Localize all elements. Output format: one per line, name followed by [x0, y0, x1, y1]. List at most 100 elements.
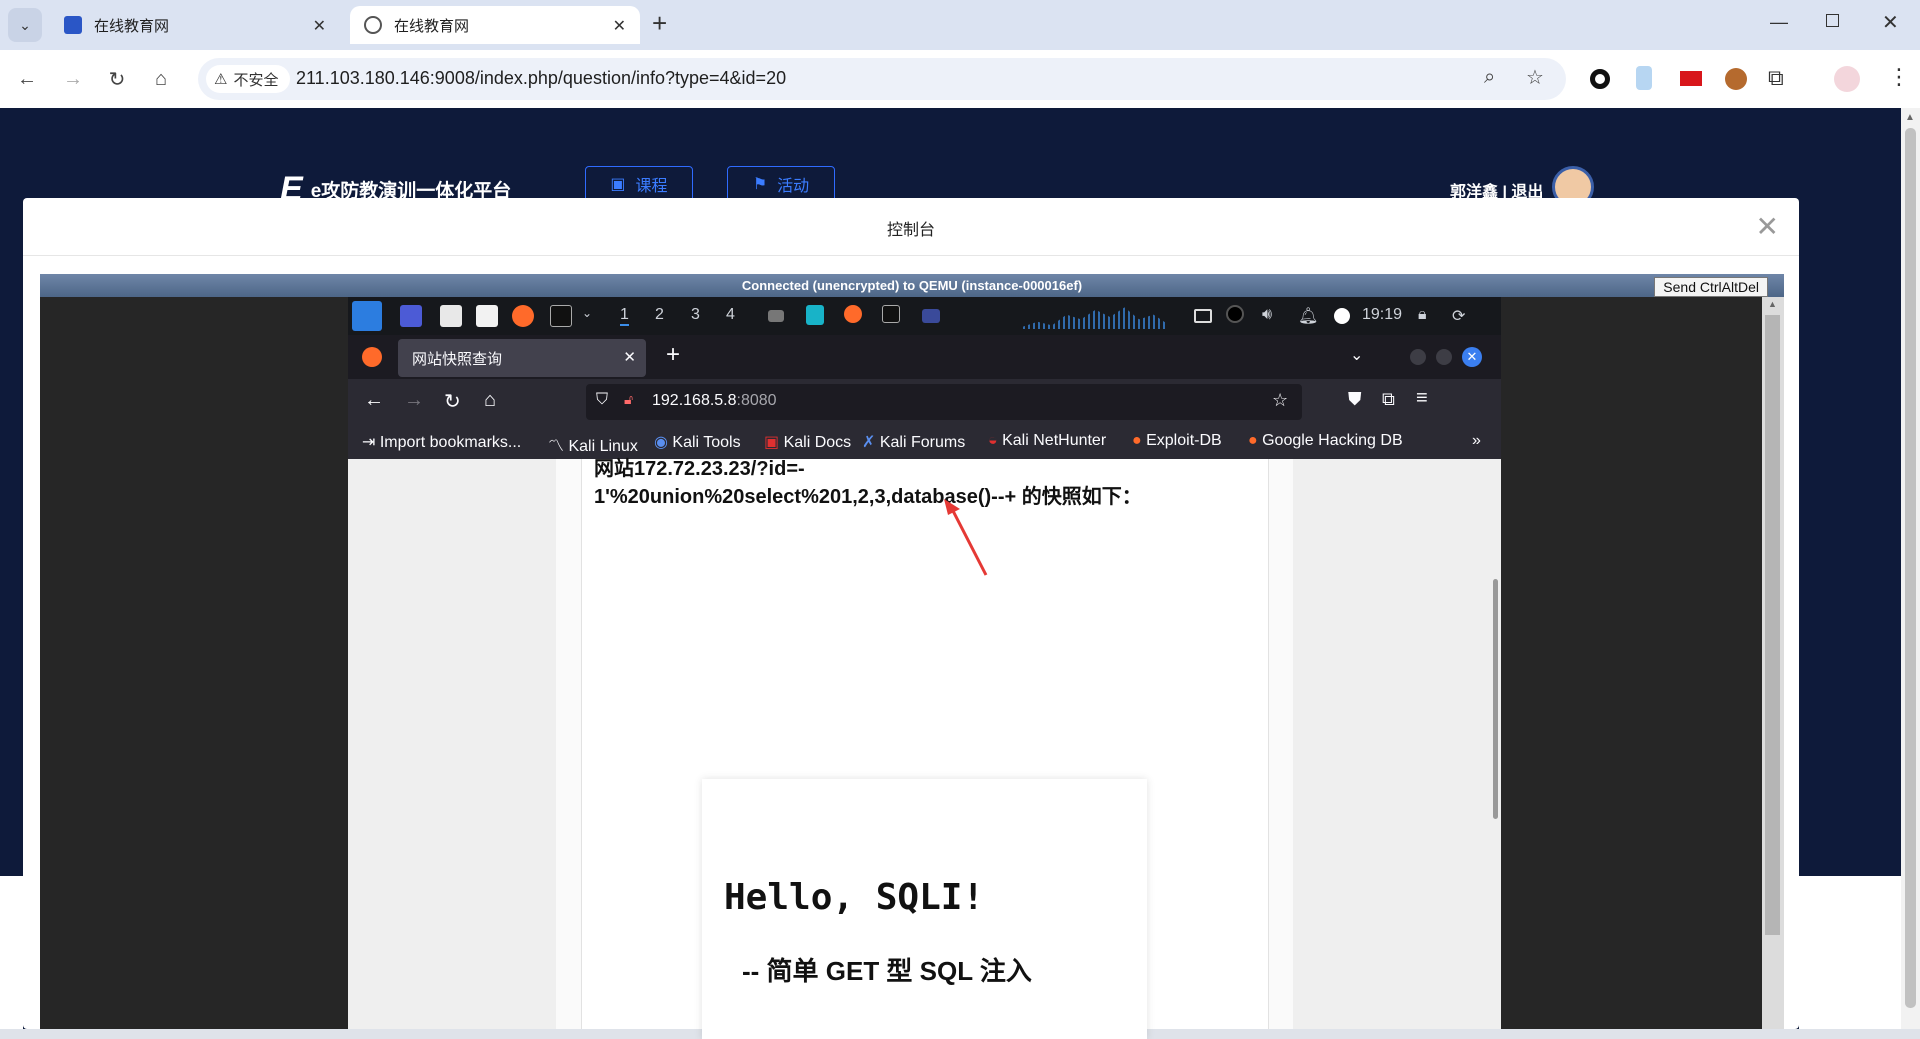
workspace-3[interactable]: 3 [691, 306, 700, 324]
show-desktop-icon[interactable] [400, 305, 422, 327]
new-tab-button[interactable]: + [652, 8, 667, 39]
workspace-2[interactable]: 2 [655, 306, 664, 324]
back-icon[interactable]: ← [12, 64, 42, 94]
window-button-5[interactable] [922, 309, 940, 323]
kali-menu-icon[interactable] [352, 301, 382, 331]
extension-cookie-icon[interactable] [1725, 68, 1747, 90]
firefox-new-tab-button[interactable]: + [666, 341, 680, 369]
ff-page-content[interactable]: 网站172.72.23.23/?id=- 1'%20union%20select… [348, 458, 1501, 1039]
window-button-terminal[interactable] [882, 305, 900, 323]
ff-extensions-icon[interactable]: ⧉ [1382, 389, 1395, 410]
window-close-dot[interactable]: ✕ [1462, 347, 1482, 367]
bookmark-kali-linux[interactable]: 〽 Kali Linux [548, 432, 638, 456]
vnc-status-text: Connected (unencrypted) to QEMU (instanc… [741, 278, 1083, 293]
extension-flag-icon[interactable] [1680, 71, 1702, 86]
scroll-thumb[interactable] [1905, 128, 1916, 1008]
extension-record-icon[interactable] [1590, 69, 1610, 89]
list-tabs-icon[interactable]: ⌄ [1350, 345, 1363, 365]
home-icon[interactable]: ⌂ [146, 64, 176, 94]
kali-desktop[interactable]: ⌄ 1 2 3 4 🔊︎ 🔔︎ 19:19 🔒︎ ⟳ 网站快照查询 ✕ + ⌄ … [348, 297, 1501, 1039]
firefox-tab[interactable]: 网站快照查询 ✕ [398, 339, 646, 377]
terminal-launcher-icon[interactable] [550, 305, 572, 327]
vnc-screen[interactable]: ⌄ 1 2 3 4 🔊︎ 🔔︎ 19:19 🔒︎ ⟳ 网站快照查询 ✕ + ⌄ … [40, 297, 1784, 1039]
forward-icon[interactable]: → [58, 64, 88, 94]
display-icon[interactable] [1194, 309, 1212, 323]
bookmark-exploit-db[interactable]: ● Exploit-DB [1132, 432, 1222, 450]
minimize-icon[interactable]: — [1770, 12, 1788, 33]
address-bar[interactable]: ⚠ 不安全 211.103.180.146:9008/index.php/ques… [198, 58, 1566, 100]
page-footer-strip [1799, 876, 1901, 1029]
ff-url-bar[interactable]: ⛉ 🔓︎ 192.168.5.8:8080 ☆ [586, 384, 1302, 420]
ff-scrollbar-thumb[interactable] [1493, 579, 1498, 819]
url-text[interactable]: 211.103.180.146:9008/index.php/question/… [296, 68, 786, 89]
modal-close-icon[interactable]: ✕ [1756, 210, 1779, 243]
bookmark-import[interactable]: ⇥ Import bookmarks... [362, 432, 521, 452]
ff-reload-icon[interactable]: ↻ [444, 389, 461, 414]
launcher-dropdown-icon[interactable]: ⌄ [582, 306, 592, 320]
window-max-dot[interactable] [1436, 349, 1452, 365]
bookmark-kali-tools[interactable]: ◉ Kali Tools [654, 432, 741, 452]
file-manager-icon[interactable] [440, 305, 462, 327]
ff-bookmark-star-icon[interactable]: ☆ [1272, 390, 1288, 411]
notification-bell-icon[interactable]: 🔔︎ [1298, 306, 1318, 326]
close-tab-icon[interactable]: ✕ [313, 16, 326, 36]
taskbar-clock[interactable]: 19:19 [1362, 306, 1402, 324]
browser-menu-icon[interactable]: ⋮ [1888, 64, 1910, 90]
pocket-icon[interactable]: ⛊ [1348, 389, 1362, 410]
window-button-2[interactable] [806, 305, 824, 325]
firefox-launcher-icon[interactable] [512, 305, 534, 327]
page-scrollbar[interactable]: ▲ [1901, 108, 1920, 1029]
firefox-view-icon[interactable] [362, 347, 382, 367]
security-chip[interactable]: ⚠ 不安全 [206, 65, 291, 93]
zoom-icon[interactable]: ⌕ [1484, 66, 1495, 89]
reload-icon[interactable]: ↻ [102, 64, 132, 94]
ff-back-icon[interactable]: ← [364, 389, 384, 412]
window-min-dot[interactable] [1410, 349, 1426, 365]
ff-menu-icon[interactable]: ≡ [1416, 387, 1428, 410]
snapshot-heading: 网站172.72.23.23/?id=- 1'%20union%20select… [594, 455, 1214, 511]
scroll-up-icon[interactable]: ▲ [1905, 112, 1915, 123]
text-editor-icon[interactable] [476, 305, 498, 327]
browser-tab[interactable]: 在线教育网 ✕ [50, 6, 340, 44]
ff-url-text[interactable]: 192.168.5.8:8080 [652, 392, 777, 410]
firefox-bookmarks-bar: ⇥ Import bookmarks... 〽 Kali Linux ◉ Kal… [348, 425, 1501, 459]
workspace-4[interactable]: 4 [726, 306, 735, 324]
close-tab-icon[interactable]: ✕ [613, 16, 626, 36]
modal-title: 控制台 [886, 222, 935, 239]
tab-search-button[interactable]: ⌄ [8, 8, 42, 42]
window-button-1[interactable] [768, 310, 784, 322]
extensions-puzzle-icon[interactable]: ⧉ [1768, 65, 1784, 91]
network-icon[interactable] [1226, 305, 1244, 323]
bookmark-kali-docs[interactable]: ▣ Kali Docs [764, 432, 851, 452]
vnc-scroll-up-icon[interactable]: ▲ [1768, 299, 1777, 309]
bookmark-kali-forums[interactable]: ✗ Kali Forums [862, 432, 965, 452]
bookmark-star-icon[interactable]: ☆ [1526, 65, 1544, 90]
flag-icon: ⚑ [752, 176, 768, 193]
extension-tower-icon[interactable] [1636, 66, 1652, 90]
power-status-icon[interactable] [1334, 308, 1350, 324]
lock-icon[interactable]: 🔒︎ [1418, 306, 1427, 324]
browser-tab-bar: ⌄ 在线教育网 ✕ 在线教育网 ✕ + — ✕ [0, 0, 1920, 50]
profile-avatar[interactable] [1834, 66, 1860, 92]
browser-tab-active[interactable]: 在线教育网 ✕ [350, 6, 640, 44]
close-window-icon[interactable]: ✕ [1882, 10, 1899, 35]
ff-home-icon[interactable]: ⌂ [484, 389, 496, 412]
workspace-1[interactable]: 1 [620, 306, 629, 326]
insecure-lock-icon[interactable]: 🔓︎ [624, 391, 633, 408]
bookmark-google-hacking-db[interactable]: ● Google Hacking DB [1248, 432, 1403, 450]
logout-icon[interactable]: ⟳ [1452, 306, 1465, 326]
kali-forums-icon: ✗ [862, 434, 880, 451]
window-button-firefox[interactable] [844, 305, 862, 323]
ff-forward-icon[interactable]: → [404, 389, 424, 412]
restore-icon[interactable] [1826, 14, 1839, 27]
kali-taskbar: ⌄ 1 2 3 4 🔊︎ 🔔︎ 19:19 🔒︎ ⟳ [348, 297, 1501, 335]
nav-activities-button[interactable]: ⚑ 活动 [727, 166, 835, 202]
vnc-scroll-thumb[interactable] [1765, 315, 1780, 935]
firefox-tab-close-icon[interactable]: ✕ [623, 348, 636, 366]
bookmark-kali-nethunter[interactable]: ◒ Kali NetHunter [988, 432, 1106, 450]
vnc-scrollbar[interactable]: ▲ [1762, 297, 1784, 1029]
bookmarks-overflow-icon[interactable]: » [1472, 432, 1481, 450]
send-ctrl-alt-del-button[interactable]: Send CtrlAltDel [1654, 277, 1768, 297]
nav-courses-button[interactable]: ▣ 课程 [585, 166, 693, 202]
volume-icon[interactable]: 🔊︎ [1262, 306, 1272, 324]
